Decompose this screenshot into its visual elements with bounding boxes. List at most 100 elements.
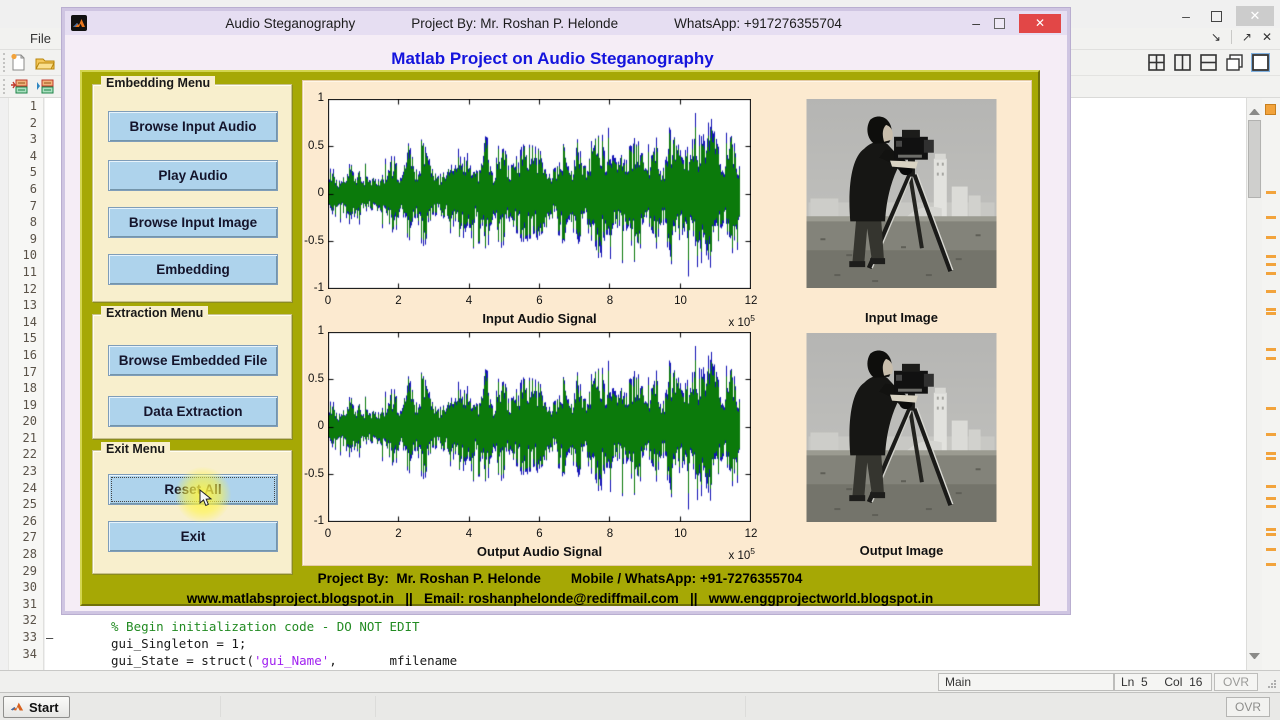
plot-title: Input Audio Signal — [482, 311, 597, 326]
status-context: Main — [938, 673, 1114, 691]
analyzer-warning-mark[interactable] — [1266, 563, 1276, 566]
close-panel-icon[interactable]: ✕ — [1262, 30, 1272, 44]
y-tick-label: -1 — [313, 515, 324, 527]
play-audio-button[interactable]: Play Audio — [108, 160, 278, 191]
y-tick-label: -0.5 — [304, 467, 324, 480]
analyzer-warning-mark[interactable] — [1266, 272, 1276, 275]
editor-scrollbar[interactable] — [1246, 98, 1262, 670]
layout-cascade-icon[interactable] — [1225, 53, 1244, 72]
browse-input-image-button[interactable]: Browse Input Image — [108, 207, 278, 238]
dialog-titlebar[interactable]: Audio Steganography Project By: Mr. Rosh… — [65, 11, 1067, 35]
y-tick-label: -0.5 — [304, 234, 324, 247]
data-extraction-button[interactable]: Data Extraction — [108, 396, 278, 427]
analyzer-warning-mark[interactable] — [1266, 533, 1276, 536]
browse-embedded-file-button[interactable]: Browse Embedded File — [108, 345, 278, 376]
cell-run-icon[interactable] — [36, 78, 54, 100]
dialog-maximize-button[interactable] — [994, 17, 1005, 29]
analyzer-warning-mark[interactable] — [1266, 407, 1276, 410]
resize-grip-icon[interactable] — [1267, 679, 1277, 689]
code-line: gui_Singleton = 1; — [111, 635, 1091, 652]
toolbar-grip[interactable] — [3, 53, 6, 72]
output-audio-plot: 1 0.5 0 -0.5 -1 0 2 4 6 8 10 12 Output Audio Signal x… — [304, 325, 757, 562]
layout-single-icon[interactable] — [1251, 53, 1270, 72]
analyzer-warning-mark[interactable] — [1266, 255, 1276, 258]
x-tick-label: 10 — [674, 295, 687, 307]
dialog-minimize-button[interactable]: – — [972, 15, 980, 31]
line-number: 1 — [29, 99, 37, 113]
divider — [375, 696, 376, 717]
new-file-icon[interactable] — [10, 53, 27, 77]
dock-down-icon[interactable]: ↘ — [1211, 30, 1221, 44]
line-number: 31 — [22, 596, 37, 611]
analyzer-warning-mark[interactable] — [1266, 452, 1276, 455]
analyzer-warning-mark[interactable] — [1266, 312, 1276, 315]
analyzer-warning-mark[interactable] — [1266, 308, 1276, 311]
line-number: 15 — [22, 331, 37, 346]
start-button[interactable]: Start — [3, 696, 70, 718]
line-number: 33 — [22, 630, 37, 644]
cell-insert-icon[interactable] — [10, 78, 28, 100]
matlab-logo-icon — [10, 702, 24, 711]
dialog-close-button[interactable]: ✕ — [1019, 13, 1061, 33]
layout-rows-icon[interactable] — [1199, 53, 1218, 72]
x-tick-label: 8 — [606, 528, 614, 540]
analyzer-warning-mark[interactable] — [1266, 191, 1276, 194]
x-tick-label: 12 — [744, 295, 758, 307]
toolbar-grip[interactable] — [3, 79, 6, 94]
reset-all-button[interactable]: Reset All — [108, 474, 278, 505]
code-analyzer-strip[interactable] — [1262, 98, 1280, 670]
analyzer-warning-mark[interactable] — [1266, 348, 1276, 351]
exit-button[interactable]: Exit — [108, 521, 278, 552]
line-number: 7 — [29, 198, 37, 213]
analyzer-warning-mark[interactable] — [1266, 216, 1276, 219]
analyzer-warning-mark[interactable] — [1266, 485, 1276, 488]
scroll-up-icon[interactable] — [1249, 104, 1260, 115]
analyzer-status-icon[interactable] — [1265, 104, 1276, 115]
analyzer-warning-mark[interactable] — [1266, 290, 1276, 293]
undock-icon[interactable]: ↗ — [1242, 30, 1252, 44]
analyzer-warning-mark[interactable] — [1266, 505, 1276, 508]
main-panel: Embedding Menu Browse Input Audio Play Aud… — [80, 70, 1040, 606]
line-number: 9 — [29, 231, 37, 246]
line-number: 18 — [22, 381, 37, 396]
browse-input-audio-button[interactable]: Browse Input Audio — [108, 111, 278, 142]
open-file-icon[interactable] — [35, 53, 55, 77]
analyzer-warning-mark[interactable] — [1266, 263, 1276, 266]
window-minimize-button[interactable]: – — [1175, 8, 1197, 24]
line-number: 21 — [22, 430, 37, 445]
line-number: 23 — [22, 464, 37, 479]
analyzer-warning-mark[interactable] — [1266, 236, 1276, 239]
axis-multiplier-label: x 105 — [728, 313, 755, 329]
analyzer-warning-mark[interactable] — [1266, 457, 1276, 460]
analyzer-warning-mark[interactable] — [1266, 357, 1276, 360]
status-line-col: Ln 5 Col 16 — [1114, 673, 1212, 691]
x-tick-label: 2 — [395, 295, 402, 307]
line-number: 6 — [29, 181, 37, 196]
divider — [220, 696, 221, 717]
taskbar: Start OVR — [0, 692, 1280, 720]
x-tick-label: 6 — [536, 528, 543, 540]
line-number: 4 — [29, 148, 37, 163]
analyzer-warning-mark[interactable] — [1266, 528, 1276, 531]
code-line: % Begin initialization code - DO NOT EDI… — [111, 618, 1091, 635]
window-close-button[interactable]: ✕ — [1236, 6, 1274, 26]
layout-columns-icon[interactable] — [1173, 53, 1192, 72]
menu-file[interactable]: File — [30, 31, 51, 46]
scroll-down-icon[interactable] — [1249, 653, 1260, 664]
analyzer-warning-mark[interactable] — [1266, 497, 1276, 500]
analyzer-warning-mark[interactable] — [1266, 433, 1276, 436]
status-ovr: OVR — [1214, 673, 1258, 691]
y-tick-label: 0 — [317, 187, 324, 199]
y-tick-label: 0.5 — [308, 372, 324, 385]
analyzer-warning-mark[interactable] — [1266, 548, 1276, 551]
x-tick-label: 0 — [324, 295, 332, 307]
taskbar-ovr: OVR — [1225, 697, 1270, 717]
page-title: Matlab Project on Audio Steganography — [391, 49, 714, 68]
embedding-menu-label: Embedding Menu — [101, 76, 216, 90]
line-number: 30 — [22, 580, 37, 595]
scrollbar-thumb[interactable] — [1248, 120, 1261, 198]
window-maximize-button[interactable] — [1211, 10, 1222, 22]
y-tick-label: -1 — [313, 282, 324, 294]
layout-grid-icon[interactable] — [1147, 53, 1166, 72]
embedding-button[interactable]: Embedding — [108, 254, 278, 285]
